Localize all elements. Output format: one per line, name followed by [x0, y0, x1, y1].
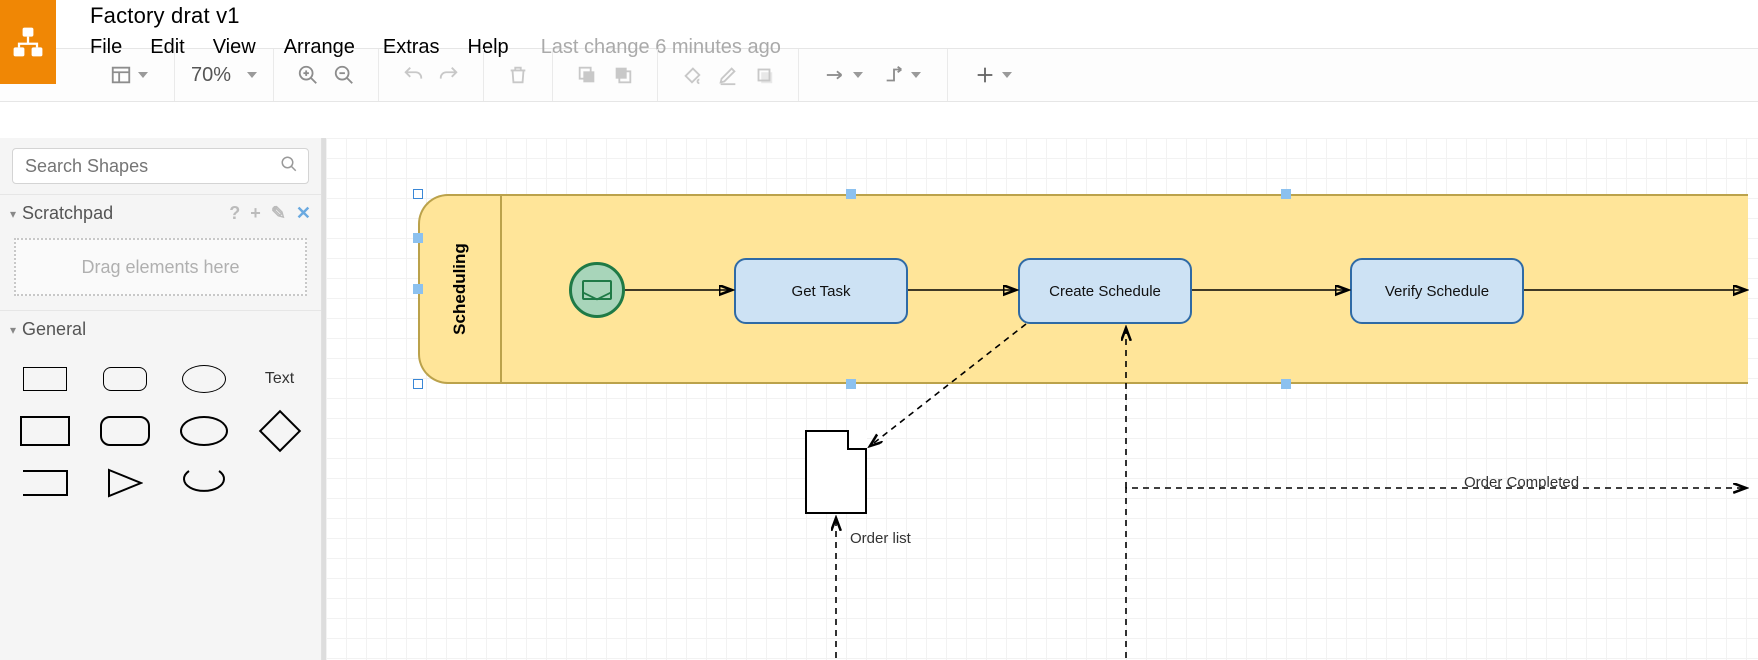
document-title[interactable]: Factory drat v1 — [90, 2, 781, 30]
zoom-in-icon — [297, 64, 319, 86]
envelope-icon — [582, 280, 612, 300]
pencil-icon[interactable]: ✎ — [271, 203, 286, 224]
pool-label[interactable]: Scheduling — [420, 196, 502, 382]
message-start-event[interactable] — [569, 262, 625, 318]
shadow-icon — [753, 64, 775, 86]
to-front-button[interactable] — [575, 63, 599, 87]
shape-oval-partial[interactable] — [180, 466, 228, 500]
selection-midpoint[interactable] — [413, 233, 423, 243]
chevron-down-icon: ▾ — [10, 207, 16, 221]
layout-panels-icon — [110, 64, 132, 86]
selection-midpoint[interactable] — [1281, 379, 1291, 389]
document-fold-icon — [847, 430, 867, 450]
arrow-icon — [825, 64, 847, 86]
app-logo[interactable] — [0, 0, 56, 84]
search-icon[interactable] — [280, 155, 298, 178]
shape-ellipse-bold[interactable] — [180, 414, 228, 448]
selection-midpoint[interactable] — [846, 379, 856, 389]
chevron-down-icon — [853, 72, 863, 78]
rect-open-icon — [22, 470, 68, 496]
selection-midpoint[interactable] — [413, 284, 423, 294]
to-back-icon — [612, 64, 634, 86]
shape-palette: Text — [0, 348, 321, 514]
drawio-logo-icon — [10, 24, 46, 60]
undo-icon — [402, 64, 424, 86]
toolbar: 70% — [0, 48, 1758, 102]
sidebar: ▾ Scratchpad ? + ✎ ✕ Drag elements here … — [0, 138, 322, 660]
waypoints-button[interactable] — [879, 63, 925, 87]
help-icon[interactable]: ? — [229, 203, 240, 224]
shape-rectangle-bold[interactable] — [20, 414, 70, 448]
shape-text[interactable]: Text — [258, 362, 301, 396]
toggle-panels-button[interactable] — [106, 63, 152, 87]
shape-rounded-rectangle[interactable] — [100, 362, 150, 396]
task-verify-schedule[interactable]: Verify Schedule — [1350, 258, 1524, 324]
shape-diamond[interactable] — [258, 414, 301, 448]
redo-button[interactable] — [437, 63, 461, 87]
delete-button[interactable] — [506, 63, 530, 87]
document-label: Order list — [850, 530, 911, 547]
pencil-icon — [717, 64, 739, 86]
zoom-in-button[interactable] — [296, 63, 320, 87]
message-label: Order Completed — [1464, 474, 1579, 491]
scratchpad-title: Scratchpad — [22, 203, 113, 224]
line-color-button[interactable] — [716, 63, 740, 87]
redo-icon — [438, 64, 460, 86]
plus-icon — [974, 64, 996, 86]
general-title: General — [22, 319, 86, 340]
zoom-out-icon — [333, 64, 355, 86]
scratchpad-drop-zone[interactable]: Drag elements here — [14, 238, 307, 296]
scratchpad-hint: Drag elements here — [81, 257, 239, 278]
to-front-icon — [576, 64, 598, 86]
oval-open-icon — [181, 470, 227, 496]
undo-button[interactable] — [401, 63, 425, 87]
plus-icon[interactable]: + — [250, 203, 261, 224]
task-get-task[interactable]: Get Task — [734, 258, 908, 324]
selection-midpoint[interactable] — [1281, 189, 1291, 199]
chevron-down-icon — [138, 72, 148, 78]
app-header: Factory drat v1 File Edit View Arrange E… — [0, 0, 1758, 48]
chevron-down-icon[interactable] — [247, 72, 257, 78]
shape-search[interactable] — [12, 148, 309, 184]
zoom-level[interactable]: 70% — [191, 64, 231, 87]
close-icon[interactable]: ✕ — [296, 203, 311, 224]
fill-color-button[interactable] — [680, 63, 704, 87]
task-create-schedule[interactable]: Create Schedule — [1018, 258, 1192, 324]
general-shapes-header[interactable]: ▾ General — [0, 310, 321, 348]
shape-rectangle[interactable] — [20, 362, 70, 396]
selection-handle[interactable] — [413, 379, 423, 389]
diagram-canvas[interactable]: Scheduling Get Task Create Schedule — [322, 138, 1758, 660]
selection-handle[interactable] — [413, 189, 423, 199]
shape-ellipse[interactable] — [180, 362, 228, 396]
shadow-button[interactable] — [752, 63, 776, 87]
search-input[interactable] — [23, 155, 280, 178]
scratchpad-header[interactable]: ▾ Scratchpad ? + ✎ ✕ — [0, 194, 321, 232]
paint-bucket-icon — [681, 64, 703, 86]
connection-style-button[interactable] — [821, 63, 867, 87]
chevron-down-icon: ▾ — [10, 323, 16, 337]
trash-icon — [507, 64, 529, 86]
zoom-out-button[interactable] — [332, 63, 356, 87]
waypoints-icon — [883, 64, 905, 86]
selection-midpoint[interactable] — [846, 189, 856, 199]
chevron-down-icon — [911, 72, 921, 78]
to-back-button[interactable] — [611, 63, 635, 87]
triangle-icon — [107, 468, 143, 498]
shape-triangle[interactable] — [100, 466, 150, 500]
shape-rect-partial[interactable] — [20, 466, 70, 500]
add-shape-button[interactable] — [970, 63, 1016, 87]
chevron-down-icon — [1002, 72, 1012, 78]
shape-rounded-rectangle-bold[interactable] — [100, 414, 150, 448]
